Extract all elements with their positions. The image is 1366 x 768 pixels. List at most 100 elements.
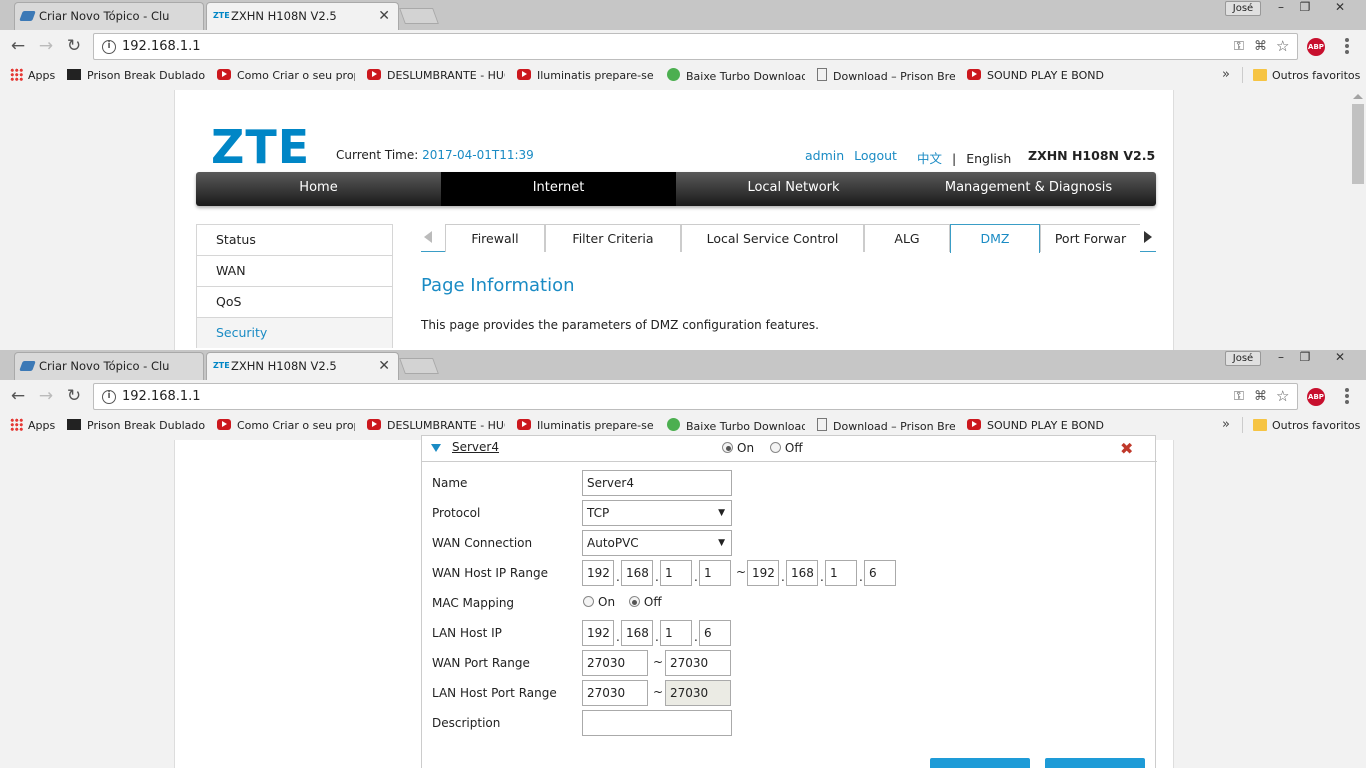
protocol-select[interactable]: TCP ▼ [582,500,732,526]
scroll-thumb[interactable] [1352,104,1364,184]
bookmark-item[interactable]: Prison Break Dublado – C [67,68,205,84]
bookmark-item[interactable]: Como Criar o seu propric [217,68,355,84]
side-item-status[interactable]: Status [196,224,393,255]
nav-management-diagnosis[interactable]: Management & Diagnosis [911,172,1146,206]
close-window-icon[interactable]: ✕ [1328,350,1352,366]
bookmark-apps[interactable]: Apps [10,68,60,84]
side-item-security[interactable]: Security [196,317,393,348]
star-icon[interactable]: ☆ [1276,387,1289,405]
bookmark-item[interactable]: Download – Prison Break [817,418,955,434]
scroll-up-icon[interactable] [1353,94,1363,99]
admin-link[interactable]: admin [805,148,844,163]
reload-button[interactable]: ↻ [64,386,84,406]
profile-button[interactable]: José [1225,351,1261,366]
more-bookmarks-button[interactable]: » [1222,67,1230,82]
bookmark-item[interactable]: Baixe Turbo Downloads [667,68,805,84]
lang-chinese-link[interactable]: 中文 [917,151,942,166]
side-item-qos[interactable]: QoS [196,286,393,317]
lan-ip-octet-1[interactable]: 192 [582,620,614,646]
translate-icon[interactable]: ⌘ [1254,39,1267,54]
nav-internet[interactable]: Internet [441,172,676,206]
scrollbar[interactable] [1350,90,1366,350]
address-bar[interactable]: i 192.168.1.1 ⚿ ⌘ ☆ [93,33,1298,60]
bookmark-item[interactable]: DESLUMBRANTE - HUGO [367,68,505,84]
reload-button[interactable]: ↻ [64,36,84,56]
lan-ip-octet-3[interactable]: 1 [660,620,692,646]
wan-ip-start-octet-4[interactable]: 1 [699,560,731,586]
lan-ip-octet-2[interactable]: 168 [621,620,653,646]
side-item-wan[interactable]: WAN [196,255,393,286]
tab-port-forwarding[interactable]: Port Forwar [1040,224,1140,252]
description-input[interactable] [582,710,732,736]
wan-ip-start-octet-3[interactable]: 1 [660,560,692,586]
tab-alg[interactable]: ALG [864,224,950,252]
new-tab-button[interactable] [399,8,439,24]
wan-ip-start-octet-1[interactable]: 192 [582,560,614,586]
browser-tab-zte[interactable]: ZTE ZXHN H108N V2.5 ✕ [206,352,399,380]
server-name-link[interactable]: Server4 [452,440,499,454]
new-tab-button[interactable] [399,358,439,374]
bookmark-item[interactable]: SOUND PLAY E BONDE T [967,418,1105,434]
browser-tab-clube[interactable]: Criar Novo Tópico - Clube d [14,352,204,380]
key-icon[interactable]: ⚿ [1234,39,1244,54]
lan-ip-octet-4[interactable]: 6 [699,620,731,646]
browser-tab-clube[interactable]: Criar Novo Tópico - Clube d [14,2,204,30]
logout-link[interactable]: Logout [854,148,897,163]
name-input[interactable]: Server4 [582,470,732,496]
tab-dmz[interactable]: DMZ [950,224,1040,253]
delete-server-icon[interactable]: ✖ [1120,439,1133,458]
address-bar[interactable]: i 192.168.1.1 ⚿ ⌘ ☆ [93,383,1298,410]
minimize-icon[interactable]: – [1269,350,1293,366]
other-bookmarks-folder[interactable]: Outros favoritos [1253,418,1363,434]
mac-on-radio[interactable] [583,596,594,607]
wan-connection-select[interactable]: AutoPVC ▼ [582,530,732,556]
lan-port-start-input[interactable]: 27030 [582,680,648,706]
wan-ip-end-octet-3[interactable]: 1 [825,560,857,586]
wan-ip-end-octet-1[interactable]: 192 [747,560,779,586]
bookmark-item[interactable]: SOUND PLAY E BONDE T [967,68,1105,84]
minimize-icon[interactable]: – [1269,0,1293,16]
server-on-radio[interactable] [722,442,733,453]
lang-english-link[interactable]: English [966,151,1011,166]
wan-port-end-input[interactable]: 27030 [665,650,731,676]
wan-port-start-input[interactable]: 27030 [582,650,648,676]
adblock-icon[interactable]: ABP [1307,38,1325,56]
close-window-icon[interactable]: ✕ [1328,0,1352,16]
bookmark-item[interactable]: Iluminatis prepare-se dv [517,418,655,434]
profile-button[interactable]: José [1225,1,1261,16]
bookmark-item[interactable]: Baixe Turbo Downloads [667,418,805,434]
nav-home[interactable]: Home [196,172,441,206]
tabs-scroll-left-icon[interactable] [424,231,432,243]
bookmark-item[interactable]: Como Criar o seu propric [217,418,355,434]
info-icon[interactable]: i [102,40,116,54]
browser-tab-zte[interactable]: ZTE ZXHN H108N V2.5 ✕ [206,2,399,30]
nav-local-network[interactable]: Local Network [676,172,911,206]
bookmark-item[interactable]: Prison Break Dublado – C [67,418,205,434]
translate-icon[interactable]: ⌘ [1254,389,1267,404]
bookmark-item[interactable]: Iluminatis prepare-se dv [517,68,655,84]
tab-firewall[interactable]: Firewall [445,224,545,252]
close-tab-icon[interactable]: ✕ [378,3,390,29]
server-off-radio[interactable] [769,442,781,453]
wan-ip-start-octet-2[interactable]: 168 [621,560,653,586]
tab-filter-criteria[interactable]: Filter Criteria [545,224,681,252]
star-icon[interactable]: ☆ [1276,37,1289,55]
tabs-scroll-right-icon[interactable] [1144,231,1152,243]
forward-button[interactable]: → [36,36,56,56]
restore-icon[interactable]: ❐ [1293,0,1317,16]
back-button[interactable]: ← [8,36,28,56]
mac-off-radio[interactable] [628,596,640,607]
other-bookmarks-folder[interactable]: Outros favoritos [1253,68,1363,84]
tab-local-service-control[interactable]: Local Service Control [681,224,864,252]
back-button[interactable]: ← [8,386,28,406]
bookmark-item[interactable]: DESLUMBRANTE - HUGO [367,418,505,434]
form-button-1[interactable] [930,758,1030,768]
bookmark-item[interactable]: Download – Prison Break [817,68,955,84]
form-button-2[interactable] [1045,758,1145,768]
adblock-icon[interactable]: ABP [1307,388,1325,406]
forward-button[interactable]: → [36,386,56,406]
restore-icon[interactable]: ❐ [1293,350,1317,366]
wan-ip-end-octet-4[interactable]: 6 [864,560,896,586]
menu-icon[interactable] [1345,38,1349,56]
collapse-triangle-icon[interactable] [431,444,441,452]
